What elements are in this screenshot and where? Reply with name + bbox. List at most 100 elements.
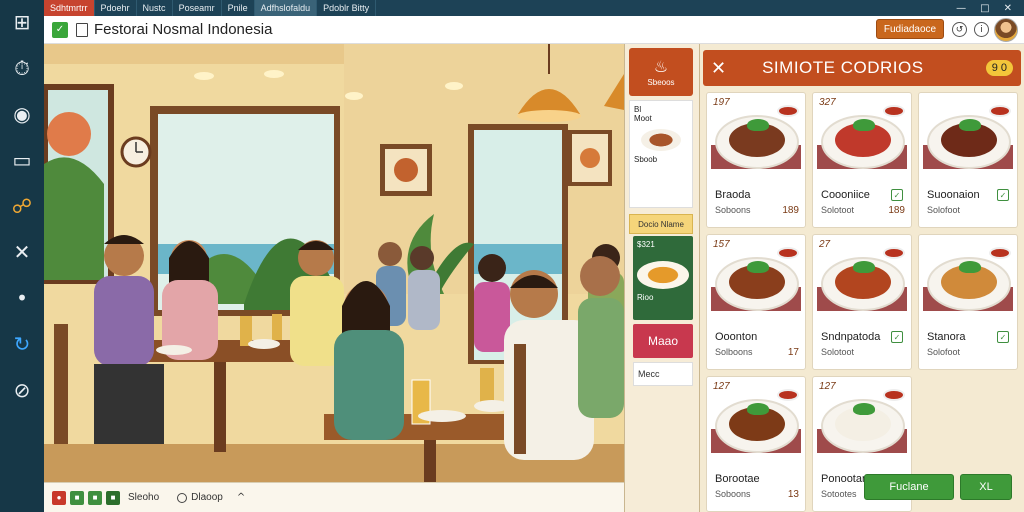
scene-toolbar: ● ■ ■ ■ Sleoho Dlaoop ^ xyxy=(44,482,624,512)
side-panel-red-button[interactable]: Maao xyxy=(633,324,693,358)
record-icon[interactable]: ● xyxy=(52,490,66,505)
menu-card-name: Suoonaion xyxy=(927,189,980,201)
menu-card[interactable]: 197 Braoda Soboons 189 xyxy=(706,92,806,228)
sauce-bowl xyxy=(777,389,799,401)
window-tab[interactable]: Nustc xyxy=(137,0,173,16)
window-tab[interactable]: Adfhslofaldu xyxy=(254,0,318,16)
garnish-leaf xyxy=(853,403,875,415)
grid-icon[interactable]: ⊞ xyxy=(8,8,36,36)
app-logo-icon: ✓ xyxy=(52,21,68,38)
menu-header: ✕ SIMIOTE CODRIOS 9 0 xyxy=(703,50,1021,86)
menu-card-name: Ooonton xyxy=(715,331,758,343)
menu-card-number: 17 xyxy=(787,347,799,358)
dish-thumbnail xyxy=(637,261,689,289)
menu-card-number: 13 xyxy=(787,489,799,500)
refresh-icon[interactable]: ↺ xyxy=(952,22,967,37)
menu-card-subtitle: Soboons xyxy=(715,489,751,499)
menu-card-price: 127 xyxy=(713,381,730,392)
header-action-button[interactable]: Fudiadaoce xyxy=(876,19,944,39)
checkbox-icon[interactable] xyxy=(76,22,88,37)
menu-card-subtitle: Sotootes xyxy=(821,489,857,499)
sync-icon[interactable]: ↻ xyxy=(8,330,36,358)
side-panel-header[interactable]: ♨ Sbeoos xyxy=(629,48,693,96)
garnish-leaf xyxy=(747,403,769,415)
side-panel-featured[interactable]: $321 Rioo xyxy=(633,236,693,320)
window-controls: — □ ✕ xyxy=(956,3,1024,14)
menu-card-price: 127 xyxy=(819,381,836,392)
window-tab[interactable]: Poseamr xyxy=(173,0,222,16)
menu-card-subtitle: Solotoot xyxy=(821,347,855,357)
restaurant-scene-image xyxy=(44,44,624,484)
primary-action-button[interactable]: Fuclane xyxy=(864,474,954,500)
minimize-icon[interactable]: — xyxy=(956,3,966,14)
menu-card-number: 189 xyxy=(782,205,799,216)
garnish-leaf xyxy=(959,261,981,273)
window-tab[interactable]: Pnile xyxy=(222,0,255,16)
radio-button[interactable] xyxy=(177,492,188,503)
grid-view-icon[interactable]: ■ xyxy=(106,490,120,505)
secondary-action-button[interactable]: XL xyxy=(960,474,1012,500)
menu-card-subtitle: Solotoot xyxy=(821,205,855,215)
check-icon[interactable]: ✓ xyxy=(891,331,903,343)
dish-thumbnail xyxy=(641,129,681,151)
side-panel: ♨ Sbeoos Bl Moot Sboob Docio Nlame $321 … xyxy=(624,44,700,512)
check-icon[interactable]: ✓ xyxy=(997,331,1009,343)
menu-card-subtitle: Solofoot xyxy=(927,347,961,357)
sauce-bowl xyxy=(989,247,1011,259)
menu-card-name: Borootae xyxy=(715,473,760,485)
food-category-icon: ♨ xyxy=(653,57,669,76)
menu-card-price: 197 xyxy=(713,97,730,108)
route-icon[interactable]: ☍ xyxy=(8,192,36,220)
globe-icon[interactable]: ⊘ xyxy=(8,376,36,404)
garnish-leaf xyxy=(747,261,769,273)
featured-price: $321 xyxy=(637,240,655,249)
menu-card-name: Coooniice xyxy=(821,189,870,201)
tools-icon[interactable]: ✕ xyxy=(8,238,36,266)
garnish-leaf xyxy=(959,119,981,131)
menu-card[interactable]: 157 Ooonton Solboons 17 xyxy=(706,234,806,370)
avatar[interactable] xyxy=(994,18,1018,42)
side-card-footer: Sboob xyxy=(634,155,658,164)
check-icon[interactable]: ✓ xyxy=(997,189,1009,201)
timer-icon[interactable]: ⏱ xyxy=(8,54,36,82)
menu-card-price: 157 xyxy=(713,239,730,250)
side-panel-card[interactable]: Bl Moot Sboob xyxy=(629,100,693,208)
menu-card-name: Braoda xyxy=(715,189,751,201)
menu-card[interactable]: 27 Sndnpatoda Solotoot ✓ xyxy=(812,234,912,370)
chevron-up-icon[interactable]: ^ xyxy=(237,492,245,503)
garnish-leaf xyxy=(853,119,875,131)
sauce-bowl xyxy=(883,389,905,401)
window-tab-strip: Sdhtmrtrr Pdoehr Nustc Poseamr Pnile Adf… xyxy=(44,0,1024,16)
radio-label: Dlaoop xyxy=(191,492,223,503)
pin-icon[interactable]: • xyxy=(8,284,36,312)
window-tab[interactable]: Sdhtmrtrr xyxy=(44,0,95,16)
menu-card[interactable]: 127 Borootae Soboons 13 xyxy=(706,376,806,512)
layers-icon[interactable]: ■ xyxy=(88,490,102,505)
info-icon[interactable]: i xyxy=(974,22,989,37)
garnish-leaf xyxy=(853,261,875,273)
side-panel-white-item[interactable]: Mecc xyxy=(633,362,693,386)
compass-icon[interactable]: ◉ xyxy=(8,100,36,128)
menu-title: SIMIOTE CODRIOS xyxy=(762,58,924,77)
menu-card[interactable]: Suoonaion Solofoot ✓ xyxy=(918,92,1018,228)
menu-card-number: 189 xyxy=(888,205,905,216)
side-card-name: Moot xyxy=(634,114,652,123)
close-icon[interactable]: ✕ xyxy=(711,58,726,79)
side-panel-tag[interactable]: Docio Nlame xyxy=(629,214,693,234)
sauce-bowl xyxy=(883,105,905,117)
menu-card-name: Stanora xyxy=(927,331,966,343)
menu-card[interactable]: 327 Coooniice Solotoot ✓ 189 xyxy=(812,92,912,228)
close-icon[interactable]: ✕ xyxy=(1004,3,1012,14)
side-panel-header-label: Sbeoos xyxy=(647,78,675,87)
check-icon[interactable]: ✓ xyxy=(891,189,903,201)
maximize-icon[interactable]: □ xyxy=(980,3,989,14)
window-tab[interactable]: Pdoblr Bitty xyxy=(317,0,377,16)
app-window: ⊞ ⏱ ◉ ▭ ☍ ✕ • ↻ ⊘ Sdhtmrtrr Pdoehr Nustc… xyxy=(0,0,1024,512)
menu-card[interactable]: Stanora Solofoot ✓ xyxy=(918,234,1018,370)
sauce-bowl xyxy=(777,105,799,117)
cast-icon[interactable]: ▭ xyxy=(8,146,36,174)
window-tab[interactable]: Pdoehr xyxy=(95,0,137,16)
camera-icon[interactable]: ■ xyxy=(70,490,84,505)
menu-card-subtitle: Solofoot xyxy=(927,205,961,215)
side-card-title: Bl xyxy=(634,105,642,114)
